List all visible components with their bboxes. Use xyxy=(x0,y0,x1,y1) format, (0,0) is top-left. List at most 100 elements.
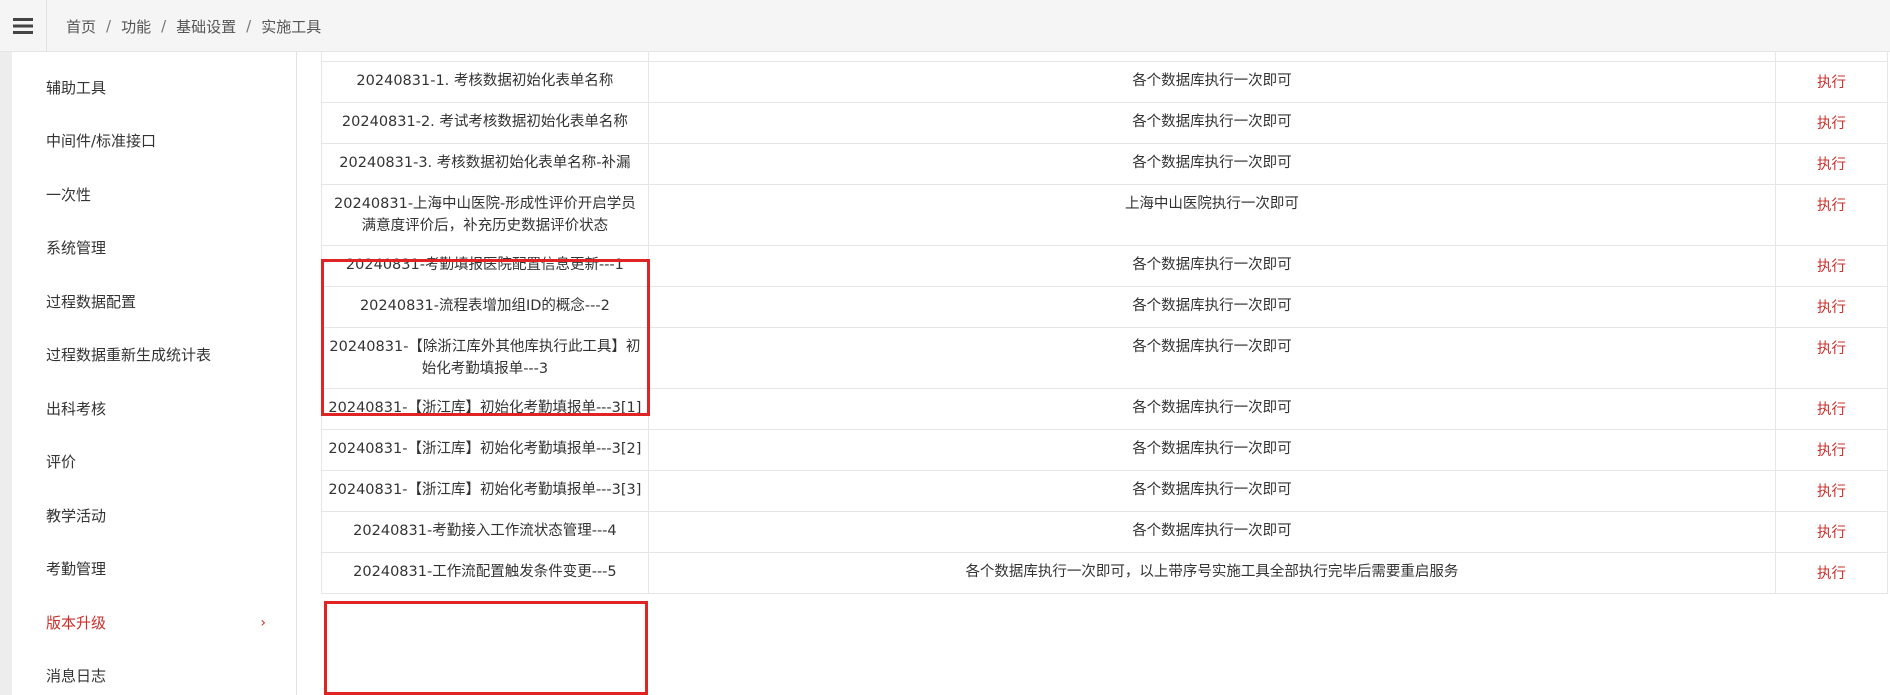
tool-name-cell: 20240831-【浙江库】初始化考勤填报单---3[3] xyxy=(321,469,649,512)
sidebar-item-label: 教学活动 xyxy=(46,507,107,525)
table-row: 20240831-1. 考核数据初始化表单名称 各个数据库执行一次即可 执行 xyxy=(321,60,1888,103)
action-cell: 执行 xyxy=(1775,428,1888,471)
table-row: 20240831-【浙江库】初始化考勤填报单---3[2] 各个数据库执行一次即… xyxy=(321,428,1888,471)
tool-desc-cell: 各个数据库执行一次即可 xyxy=(647,142,1777,185)
tool-desc-cell: 各个数据库执行一次即可，以上带序号实施工具全部执行完毕后需要重启服务 xyxy=(647,551,1777,594)
execute-button[interactable]: 执行 xyxy=(1817,111,1846,135)
sidebar-item-message-log[interactable]: 消息日志 xyxy=(46,661,276,691)
breadcrumb: 首页 / 功能 / 基础设置 / 实施工具 xyxy=(66,0,321,52)
tool-name-cell: 20240831-考勤填报医院配置信息更新---1 xyxy=(321,244,649,287)
table-row: 20240831-【除浙江库外其他库执行此工具】初始化考勤填报单---3 各个数… xyxy=(321,326,1888,389)
tool-desc-cell: 各个数据库执行一次即可 xyxy=(647,244,1777,287)
action-cell: 执行 xyxy=(1775,60,1888,103)
table-row: 20240831-考勤接入工作流状态管理---4 各个数据库执行一次即可 执行 xyxy=(321,510,1888,553)
execute-button[interactable]: 执行 xyxy=(1817,397,1846,421)
action-cell: 执行 xyxy=(1775,510,1888,553)
tool-desc-cell: 上海中山医院执行一次即可 xyxy=(647,183,1777,246)
tool-name-cell: 20240831-3. 考核数据初始化表单名称-补漏 xyxy=(321,142,649,185)
sidebar-item-label: 评价 xyxy=(46,453,77,471)
breadcrumb-separator: / xyxy=(246,17,252,35)
execute-button[interactable]: 执行 xyxy=(1817,70,1846,94)
execute-button[interactable]: 执行 xyxy=(1817,336,1846,360)
execute-button[interactable]: 执行 xyxy=(1817,520,1846,544)
tool-desc-cell: 各个数据库执行一次即可 xyxy=(647,469,1777,512)
table-row: 20240831-3. 考核数据初始化表单名称-补漏 各个数据库执行一次即可 执… xyxy=(321,142,1888,185)
sidebar-item-label: 辅助工具 xyxy=(46,79,107,97)
breadcrumb-function[interactable]: 功能 xyxy=(121,16,151,37)
sidebar-item-label: 考勤管理 xyxy=(46,560,107,578)
table-row: 20240831-【浙江库】初始化考勤填报单---3[1] 各个数据库执行一次即… xyxy=(321,387,1888,430)
tool-name-cell: 20240831-1. 考核数据初始化表单名称 xyxy=(321,60,649,103)
sidebar: 辅助工具 中间件/标准接口 一次性 系统管理 过程数据配置 过程数据重新生成统计… xyxy=(0,52,297,695)
execute-button[interactable]: 执行 xyxy=(1817,152,1846,176)
sidebar-item-discharge-exam[interactable]: 出科考核 xyxy=(46,394,276,424)
table-cell xyxy=(1775,52,1888,62)
action-cell: 执行 xyxy=(1775,285,1888,328)
tool-name-cell: 20240831-考勤接入工作流状态管理---4 xyxy=(321,510,649,553)
breadcrumb-separator: / xyxy=(161,17,167,35)
main-content: 20240831-1. 考核数据初始化表单名称 各个数据库执行一次即可 执行 2… xyxy=(297,52,1890,695)
sidebar-item-regenerate-stats[interactable]: 过程数据重新生成统计表 xyxy=(46,340,276,370)
tool-desc-cell: 各个数据库执行一次即可 xyxy=(647,428,1777,471)
tool-desc-cell: 各个数据库执行一次即可 xyxy=(647,285,1777,328)
top-bar: 首页 / 功能 / 基础设置 / 实施工具 xyxy=(0,0,1890,52)
table-row: 20240831-工作流配置触发条件变更---5 各个数据库执行一次即可，以上带… xyxy=(321,551,1888,594)
execute-button[interactable]: 执行 xyxy=(1817,193,1846,217)
table-row: 20240831-2. 考试考核数据初始化表单名称 各个数据库执行一次即可 执行 xyxy=(321,101,1888,144)
breadcrumb-separator: / xyxy=(106,17,112,35)
table-cell xyxy=(647,52,1777,62)
table-row: 20240831-上海中山医院-形成性评价开启学员满意度评价后，补充历史数据评价… xyxy=(321,183,1888,246)
sidebar-item-label: 过程数据配置 xyxy=(46,293,137,311)
table-cell xyxy=(321,52,649,62)
table-row-partial xyxy=(321,52,1888,62)
action-cell: 执行 xyxy=(1775,183,1888,246)
menu-toggle-icon[interactable] xyxy=(0,0,47,52)
execute-button[interactable]: 执行 xyxy=(1817,438,1846,462)
sidebar-item-auxiliary-tools[interactable]: 辅助工具 xyxy=(46,73,276,103)
tool-desc-cell: 各个数据库执行一次即可 xyxy=(647,387,1777,430)
sidebar-item-system-management[interactable]: 系统管理 xyxy=(46,233,276,263)
action-cell: 执行 xyxy=(1775,469,1888,512)
tools-table: 20240831-1. 考核数据初始化表单名称 各个数据库执行一次即可 执行 2… xyxy=(321,52,1888,594)
sidebar-item-process-data-config[interactable]: 过程数据配置 xyxy=(46,287,276,317)
tool-desc-cell: 各个数据库执行一次即可 xyxy=(647,326,1777,389)
chevron-right-icon: › xyxy=(260,615,266,631)
execute-button[interactable]: 执行 xyxy=(1817,295,1846,319)
action-cell: 执行 xyxy=(1775,101,1888,144)
sidebar-item-label: 中间件/标准接口 xyxy=(46,132,157,150)
sidebar-item-teaching-activity[interactable]: 教学活动 xyxy=(46,501,276,531)
action-cell: 执行 xyxy=(1775,387,1888,430)
table-row: 20240831-考勤填报医院配置信息更新---1 各个数据库执行一次即可 执行 xyxy=(321,244,1888,287)
breadcrumb-home[interactable]: 首页 xyxy=(66,16,96,37)
sidebar-item-one-time[interactable]: 一次性 xyxy=(46,180,276,210)
tool-name-cell: 20240831-【除浙江库外其他库执行此工具】初始化考勤填报单---3 xyxy=(321,326,649,389)
sidebar-item-label: 版本升级 xyxy=(46,614,107,632)
table-row: 20240831-【浙江库】初始化考勤填报单---3[3] 各个数据库执行一次即… xyxy=(321,469,1888,512)
sidebar-item-label: 过程数据重新生成统计表 xyxy=(46,346,212,364)
breadcrumb-basic-settings[interactable]: 基础设置 xyxy=(176,16,236,37)
action-cell: 执行 xyxy=(1775,551,1888,594)
action-cell: 执行 xyxy=(1775,244,1888,287)
sidebar-item-version-upgrade[interactable]: 版本升级 › xyxy=(46,608,276,638)
tool-name-cell: 20240831-流程表增加组ID的概念---2 xyxy=(321,285,649,328)
sidebar-item-label: 一次性 xyxy=(46,186,92,204)
sidebar-item-label: 出科考核 xyxy=(46,400,107,418)
table-row: 20240831-流程表增加组ID的概念---2 各个数据库执行一次即可 执行 xyxy=(321,285,1888,328)
sidebar-item-label: 系统管理 xyxy=(46,239,107,257)
execute-button[interactable]: 执行 xyxy=(1817,561,1846,585)
action-cell: 执行 xyxy=(1775,142,1888,185)
execute-button[interactable]: 执行 xyxy=(1817,254,1846,278)
sidebar-item-label: 消息日志 xyxy=(46,667,107,685)
tool-name-cell: 20240831-【浙江库】初始化考勤填报单---3[2] xyxy=(321,428,649,471)
sidebar-item-middleware[interactable]: 中间件/标准接口 xyxy=(46,126,276,156)
tool-desc-cell: 各个数据库执行一次即可 xyxy=(647,510,1777,553)
tool-desc-cell: 各个数据库执行一次即可 xyxy=(647,60,1777,103)
tool-name-cell: 20240831-【浙江库】初始化考勤填报单---3[1] xyxy=(321,387,649,430)
sidebar-item-evaluation[interactable]: 评价 xyxy=(46,447,276,477)
tool-name-cell: 20240831-工作流配置触发条件变更---5 xyxy=(321,551,649,594)
breadcrumb-current: 实施工具 xyxy=(261,17,322,36)
sidebar-item-attendance[interactable]: 考勤管理 xyxy=(46,554,276,584)
execute-button[interactable]: 执行 xyxy=(1817,479,1846,503)
tool-name-cell: 20240831-上海中山医院-形成性评价开启学员满意度评价后，补充历史数据评价… xyxy=(321,183,649,246)
sidebar-edge xyxy=(0,52,12,695)
